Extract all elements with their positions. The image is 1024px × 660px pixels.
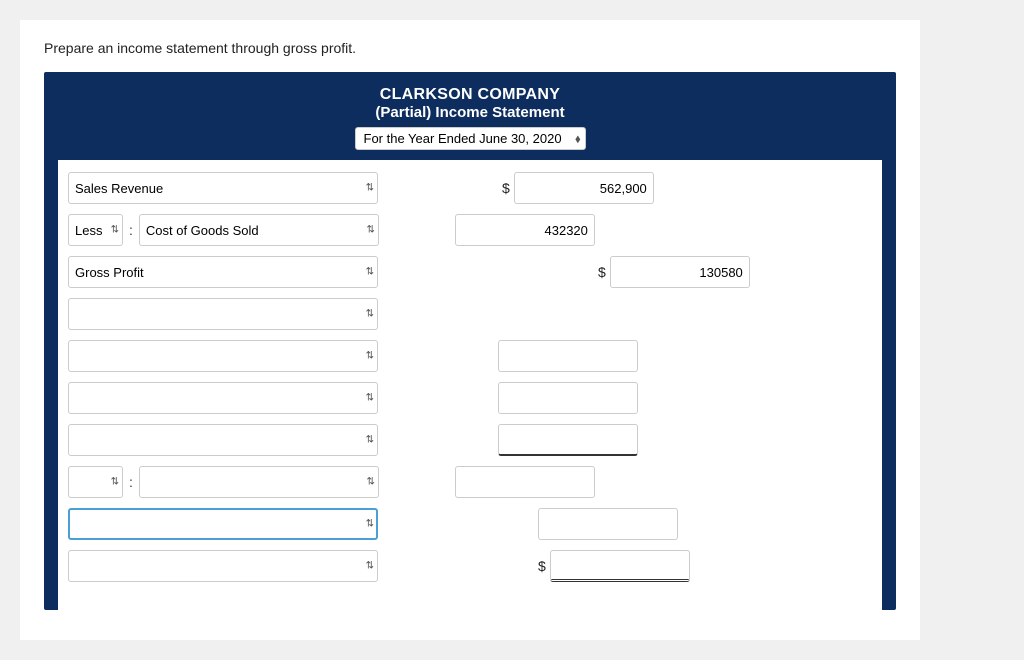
year-selector[interactable]: For the Year Ended June 30, 2020 [355,127,586,150]
empty-row-4 [68,422,872,458]
empty-amount-4-input[interactable] [498,424,638,456]
gross-profit-select[interactable]: Gross Profit [68,256,378,288]
empty-label-3-select[interactable] [68,382,378,414]
empty-row-2 [68,338,872,374]
empty-label-4-wrapper [68,424,378,456]
statement-body: Sales Revenue $ Less : Cost of Goods Sol [58,160,882,610]
empty-label-2-wrapper [68,340,378,372]
empty-label-1-select[interactable] [68,298,378,330]
empty-row-1 [68,296,872,332]
empty-amount-2-input[interactable] [498,340,638,372]
gross-amount-input[interactable] [610,256,750,288]
empty-less-prefix-wrapper [68,466,123,498]
less-select-wrapper: Less [68,214,123,246]
colon: : [129,222,133,238]
final-row: $ [68,548,872,584]
instructions: Prepare an income statement through gros… [44,40,896,56]
gross-dollar: $ [598,264,606,280]
sales-revenue-select-wrapper: Sales Revenue [68,172,378,204]
highlighted-select[interactable] [68,508,378,540]
empty-label-3-wrapper [68,382,378,414]
empty-label-1-wrapper [68,298,378,330]
statement-header: CLARKSON COMPANY (Partial) Income Statem… [58,86,882,160]
highlighted-select-wrapper [68,508,378,540]
empty-less-label-wrapper [139,466,379,498]
year-select-container: For the Year Ended June 30, 2020 [355,127,586,150]
highlighted-amount-right-input[interactable] [538,508,678,540]
empty-less-row: : [68,464,872,500]
sales-dollar: $ [502,180,510,196]
sales-revenue-row: Sales Revenue $ [68,170,872,206]
final-label-select[interactable] [68,550,378,582]
cogs-select-wrapper: Cost of Goods Sold [139,214,379,246]
gross-profit-row: Gross Profit $ [68,254,872,290]
gross-profit-select-wrapper: Gross Profit [68,256,378,288]
final-dollar: $ [538,558,546,574]
empty-less-label-select[interactable] [139,466,379,498]
cogs-amount-input[interactable] [455,214,595,246]
page-container: Prepare an income statement through gros… [20,20,920,640]
cogs-row: Less : Cost of Goods Sold [68,212,872,248]
empty-less-amount-input[interactable] [455,466,595,498]
final-amount-input[interactable] [550,550,690,582]
empty-label-2-select[interactable] [68,340,378,372]
company-name: CLARKSON COMPANY [58,86,882,104]
empty-row-3 [68,380,872,416]
empty-label-4-select[interactable] [68,424,378,456]
less-select[interactable]: Less [68,214,123,246]
colon-2: : [129,474,133,490]
cogs-select[interactable]: Cost of Goods Sold [139,214,379,246]
statement-wrapper: CLARKSON COMPANY (Partial) Income Statem… [44,72,896,610]
sales-revenue-select[interactable]: Sales Revenue [68,172,378,204]
empty-amount-3-input[interactable] [498,382,638,414]
sales-amount-input[interactable] [514,172,654,204]
empty-less-prefix-select[interactable] [68,466,123,498]
final-label-wrapper [68,550,378,582]
statement-title: (Partial) Income Statement [58,104,882,121]
year-selector-wrapper: For the Year Ended June 30, 2020 [58,127,882,150]
highlighted-row [68,506,872,542]
